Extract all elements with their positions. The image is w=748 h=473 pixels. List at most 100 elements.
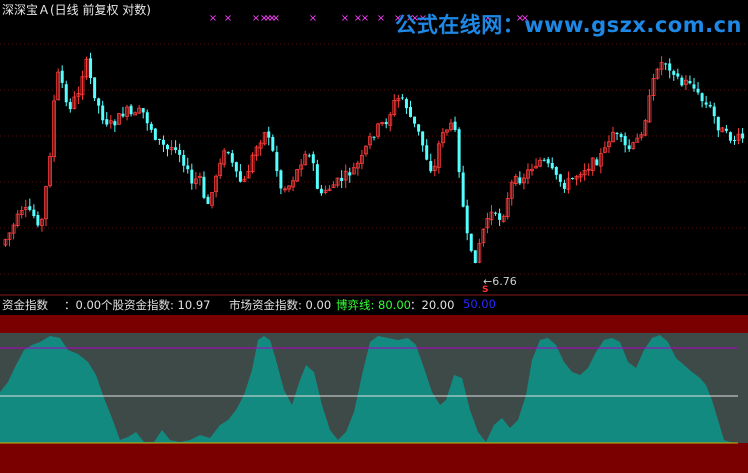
candle — [226, 151, 230, 155]
candle-body — [546, 159, 550, 164]
candle-body — [688, 81, 692, 84]
candle — [509, 179, 514, 206]
candle-body — [97, 98, 101, 106]
candle — [299, 158, 304, 177]
candle-body — [518, 177, 522, 184]
candle-body — [457, 129, 461, 173]
chart-canvas[interactable]: × × × ×××× × × ×× × × ×× × × ×× — [0, 0, 748, 473]
candle — [210, 192, 214, 209]
candle-body — [676, 73, 680, 77]
candle — [417, 124, 421, 136]
candle-body — [741, 133, 745, 139]
candle — [728, 131, 732, 144]
candle — [319, 184, 323, 196]
candle — [40, 218, 44, 232]
candle-body — [400, 97, 404, 99]
candle — [149, 121, 153, 133]
candle — [68, 98, 72, 113]
market-fund-index: 市场资金指数: 0.00 — [229, 298, 332, 312]
candle — [174, 140, 178, 154]
candle — [230, 149, 234, 167]
candle-body — [153, 128, 157, 140]
candle — [513, 173, 518, 187]
candle — [7, 232, 12, 247]
candle — [64, 80, 68, 107]
candle — [635, 133, 640, 143]
candle — [311, 151, 315, 172]
candle — [700, 92, 704, 108]
candle-body — [733, 140, 736, 142]
candle — [724, 125, 728, 134]
candle-body — [404, 99, 408, 109]
candle — [449, 118, 453, 132]
fund-index-panel[interactable] — [0, 315, 748, 473]
candle — [202, 171, 206, 200]
candle — [522, 173, 526, 190]
candle-body — [186, 165, 190, 170]
candle — [712, 102, 716, 124]
candle — [193, 171, 198, 190]
candle — [578, 171, 583, 183]
candle — [23, 199, 28, 218]
candle — [197, 172, 202, 186]
candle — [279, 169, 283, 195]
candle — [607, 135, 611, 154]
candle — [190, 163, 194, 190]
candle — [258, 139, 263, 156]
candle — [343, 164, 348, 188]
candle — [254, 145, 259, 161]
candle — [93, 77, 97, 102]
signal-marker: × — [272, 13, 280, 24]
candle — [129, 103, 133, 117]
chart-title: 深深宝Ａ(日线 前复权 对数) — [2, 3, 151, 17]
candle-body — [28, 206, 32, 210]
candle — [121, 106, 125, 118]
candle — [457, 127, 461, 178]
indicator-header: 资金指数 ：0.00 个股资金指数: 10.97 市场资金指数: 0.00 博弈… — [0, 296, 748, 313]
candle-body — [307, 155, 311, 157]
candle-body — [166, 144, 169, 150]
candle — [56, 68, 61, 101]
candle — [518, 171, 522, 186]
candle-body — [473, 250, 477, 264]
candle — [295, 168, 300, 183]
candle-body — [708, 104, 712, 107]
candle — [595, 157, 599, 166]
candle — [287, 184, 291, 193]
candle — [327, 185, 332, 192]
candlestick-series[interactable] — [3, 52, 745, 264]
candle — [582, 163, 587, 181]
candle — [469, 233, 473, 253]
candle — [566, 171, 571, 194]
candle — [133, 111, 138, 116]
candle — [105, 111, 109, 127]
candle — [421, 131, 425, 152]
candle-body — [453, 121, 457, 130]
candle-body — [275, 152, 279, 172]
candle — [611, 126, 615, 143]
candle — [307, 153, 311, 158]
candle — [413, 116, 417, 128]
candle — [461, 165, 465, 208]
candle — [473, 250, 477, 264]
candle-body — [595, 159, 599, 166]
candle — [400, 94, 404, 101]
candle — [113, 119, 117, 132]
candle — [101, 100, 105, 125]
candle — [186, 157, 190, 174]
candle — [141, 108, 145, 119]
candle — [720, 126, 725, 133]
candle — [676, 68, 680, 80]
candle-body — [238, 171, 242, 182]
candle — [498, 208, 502, 227]
candle-body — [409, 106, 412, 117]
candle-body — [271, 136, 275, 151]
candle — [44, 185, 48, 227]
candle-body — [230, 153, 234, 163]
candle — [392, 94, 397, 117]
candle-body — [89, 58, 93, 79]
candle — [359, 149, 364, 170]
candle-body — [178, 149, 182, 155]
candle — [558, 173, 562, 187]
candle-body — [554, 166, 558, 175]
